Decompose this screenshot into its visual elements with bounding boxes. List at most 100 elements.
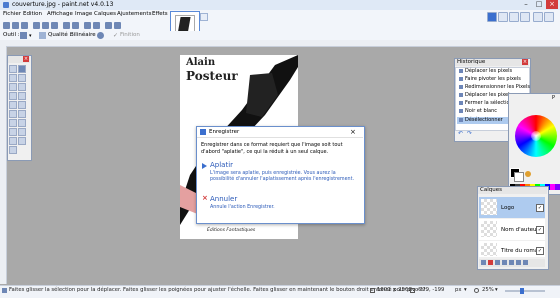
tools-window-icon[interactable] [487, 12, 497, 22]
dialog-close-button[interactable]: × [350, 128, 356, 136]
gradient-tool-icon[interactable] [18, 101, 26, 109]
paint-bucket-tool-icon[interactable] [9, 101, 17, 109]
cut-icon[interactable] [33, 22, 40, 29]
pencil-tool-icon[interactable] [9, 119, 17, 127]
move-tool-icon[interactable] [20, 32, 27, 39]
flatten-option[interactable]: Aplatir L'image sera aplatie, puis enreg… [200, 160, 360, 192]
save-icon[interactable] [21, 22, 28, 29]
palette-menu-icon[interactable] [525, 171, 531, 177]
deselect-icon[interactable] [72, 22, 79, 29]
layer-up-icon[interactable] [509, 260, 514, 265]
shapes-tool-icon[interactable] [9, 146, 17, 154]
layer-thumbnail [481, 243, 497, 256]
secondary-color-swatch[interactable] [514, 172, 524, 182]
history-item[interactable]: Faire pivoter les pixels [457, 76, 525, 83]
history-step-icon [459, 117, 463, 122]
zoom-slider[interactable] [505, 290, 545, 292]
history-item[interactable]: Déplacer les pixels [457, 68, 525, 75]
magic-wand-tool-icon[interactable] [9, 92, 17, 100]
settings-icon[interactable] [114, 22, 121, 29]
finish-check-icon[interactable]: ✓ [113, 32, 118, 39]
pan-tool-icon[interactable] [18, 92, 26, 100]
ellipse-select-tool-icon[interactable] [9, 83, 17, 91]
tools-close-icon[interactable]: × [23, 56, 29, 62]
copy-icon[interactable] [42, 22, 49, 29]
color-picker-tool-icon[interactable] [18, 119, 26, 127]
flatten-option-title: Aplatir [210, 161, 234, 169]
layer-row[interactable]: Nom d'auteur ✓ [479, 219, 545, 240]
add-layer-icon[interactable] [481, 260, 486, 265]
move-selection-tool-icon[interactable] [18, 65, 26, 73]
history-step-icon [459, 92, 463, 97]
redo-icon[interactable] [93, 22, 100, 29]
quality-icon [39, 32, 46, 39]
close-window-button[interactable]: × [546, 0, 558, 9]
menu-image[interactable]: Image [75, 11, 92, 17]
zoom-tool-icon[interactable] [18, 83, 26, 91]
minimize-button[interactable]: – [520, 0, 532, 9]
history-title: Historique [455, 59, 529, 66]
crop-icon[interactable] [63, 22, 70, 29]
blend-mode-icon[interactable] [97, 32, 104, 39]
finish-button[interactable]: Finition [120, 32, 140, 38]
layer-name: Logo [501, 205, 515, 211]
layer-visibility-checkbox[interactable]: ✓ [536, 204, 544, 212]
history-item[interactable]: Redimensionner les Pixels [457, 84, 530, 91]
colors-title-fragment: P [552, 95, 556, 101]
menu-edition[interactable]: Edition [23, 11, 42, 17]
move-selected-tool-icon[interactable] [18, 74, 26, 82]
lasso-tool-icon[interactable] [9, 74, 17, 82]
open-icon[interactable] [12, 22, 19, 29]
layer-name: Nom d'auteur [501, 227, 539, 233]
menu-affichage[interactable]: Affichage [47, 11, 73, 17]
layers-window-icon[interactable] [509, 12, 519, 22]
recolor-tool-icon[interactable] [18, 128, 26, 136]
text-tool-icon[interactable] [9, 137, 17, 145]
duplicate-layer-icon[interactable] [495, 260, 500, 265]
layer-thumbnail [481, 199, 497, 215]
layer-row[interactable]: Titre du roman ✓ [479, 241, 545, 257]
merge-layer-icon[interactable] [502, 260, 507, 265]
menu-calques[interactable]: Calques [94, 11, 116, 17]
zoom-slider-thumb[interactable] [520, 288, 524, 294]
layer-row[interactable]: Logo ✓ [479, 197, 545, 218]
clone-stamp-tool-icon[interactable] [9, 128, 17, 136]
units-dropdown-icon[interactable]: ▾ [464, 287, 467, 293]
layer-properties-icon[interactable] [523, 260, 528, 265]
history-undo-icon[interactable]: ↶ [458, 130, 463, 137]
gear-icon[interactable] [533, 12, 543, 22]
menu-ajustements[interactable]: Ajustements [117, 11, 151, 17]
layer-visibility-checkbox[interactable]: ✓ [536, 226, 544, 234]
layer-down-icon[interactable] [516, 260, 521, 265]
palette-swatch[interactable] [555, 184, 560, 190]
quality-select[interactable]: Bilinéaire [70, 32, 96, 38]
zoom-level[interactable]: 25% [482, 287, 494, 293]
delete-layer-icon[interactable] [488, 260, 493, 265]
status-hint: Faites glisser la sélection pour la dépl… [9, 287, 428, 293]
line-tool-icon[interactable] [18, 137, 26, 145]
colors-window-icon[interactable] [520, 12, 530, 22]
grid-icon[interactable] [105, 22, 112, 29]
history-close-icon[interactable]: × [522, 59, 528, 65]
tool-dropdown-arrow-icon[interactable]: ▾ [29, 33, 32, 39]
dialog-message: Enregistrer dans ce format requiert que … [201, 142, 343, 155]
paste-icon[interactable] [51, 22, 58, 29]
history-window-icon[interactable] [498, 12, 508, 22]
help-icon[interactable] [544, 12, 554, 22]
paintbrush-tool-icon[interactable] [9, 110, 17, 118]
eraser-tool-icon[interactable] [18, 110, 26, 118]
new-icon[interactable] [3, 22, 10, 29]
document-close-icon[interactable] [200, 13, 208, 21]
undo-icon[interactable] [84, 22, 91, 29]
menu-effets[interactable]: Effets [152, 11, 168, 17]
rectangle-select-tool-icon[interactable] [9, 65, 17, 73]
zoom-dropdown-icon[interactable]: ▾ [495, 287, 498, 293]
layer-thumbnail [481, 221, 497, 237]
menu-fichier[interactable]: Fichier [3, 11, 21, 17]
color-wheel-center [531, 131, 541, 141]
layer-visibility-checkbox[interactable]: ✓ [536, 247, 544, 255]
cancel-option[interactable]: × Annuler Annule l'action Enregistrer. [200, 194, 360, 216]
history-redo-icon[interactable]: ↷ [467, 130, 472, 137]
maximize-button[interactable]: □ [533, 0, 545, 9]
units-select[interactable]: px [455, 287, 462, 293]
